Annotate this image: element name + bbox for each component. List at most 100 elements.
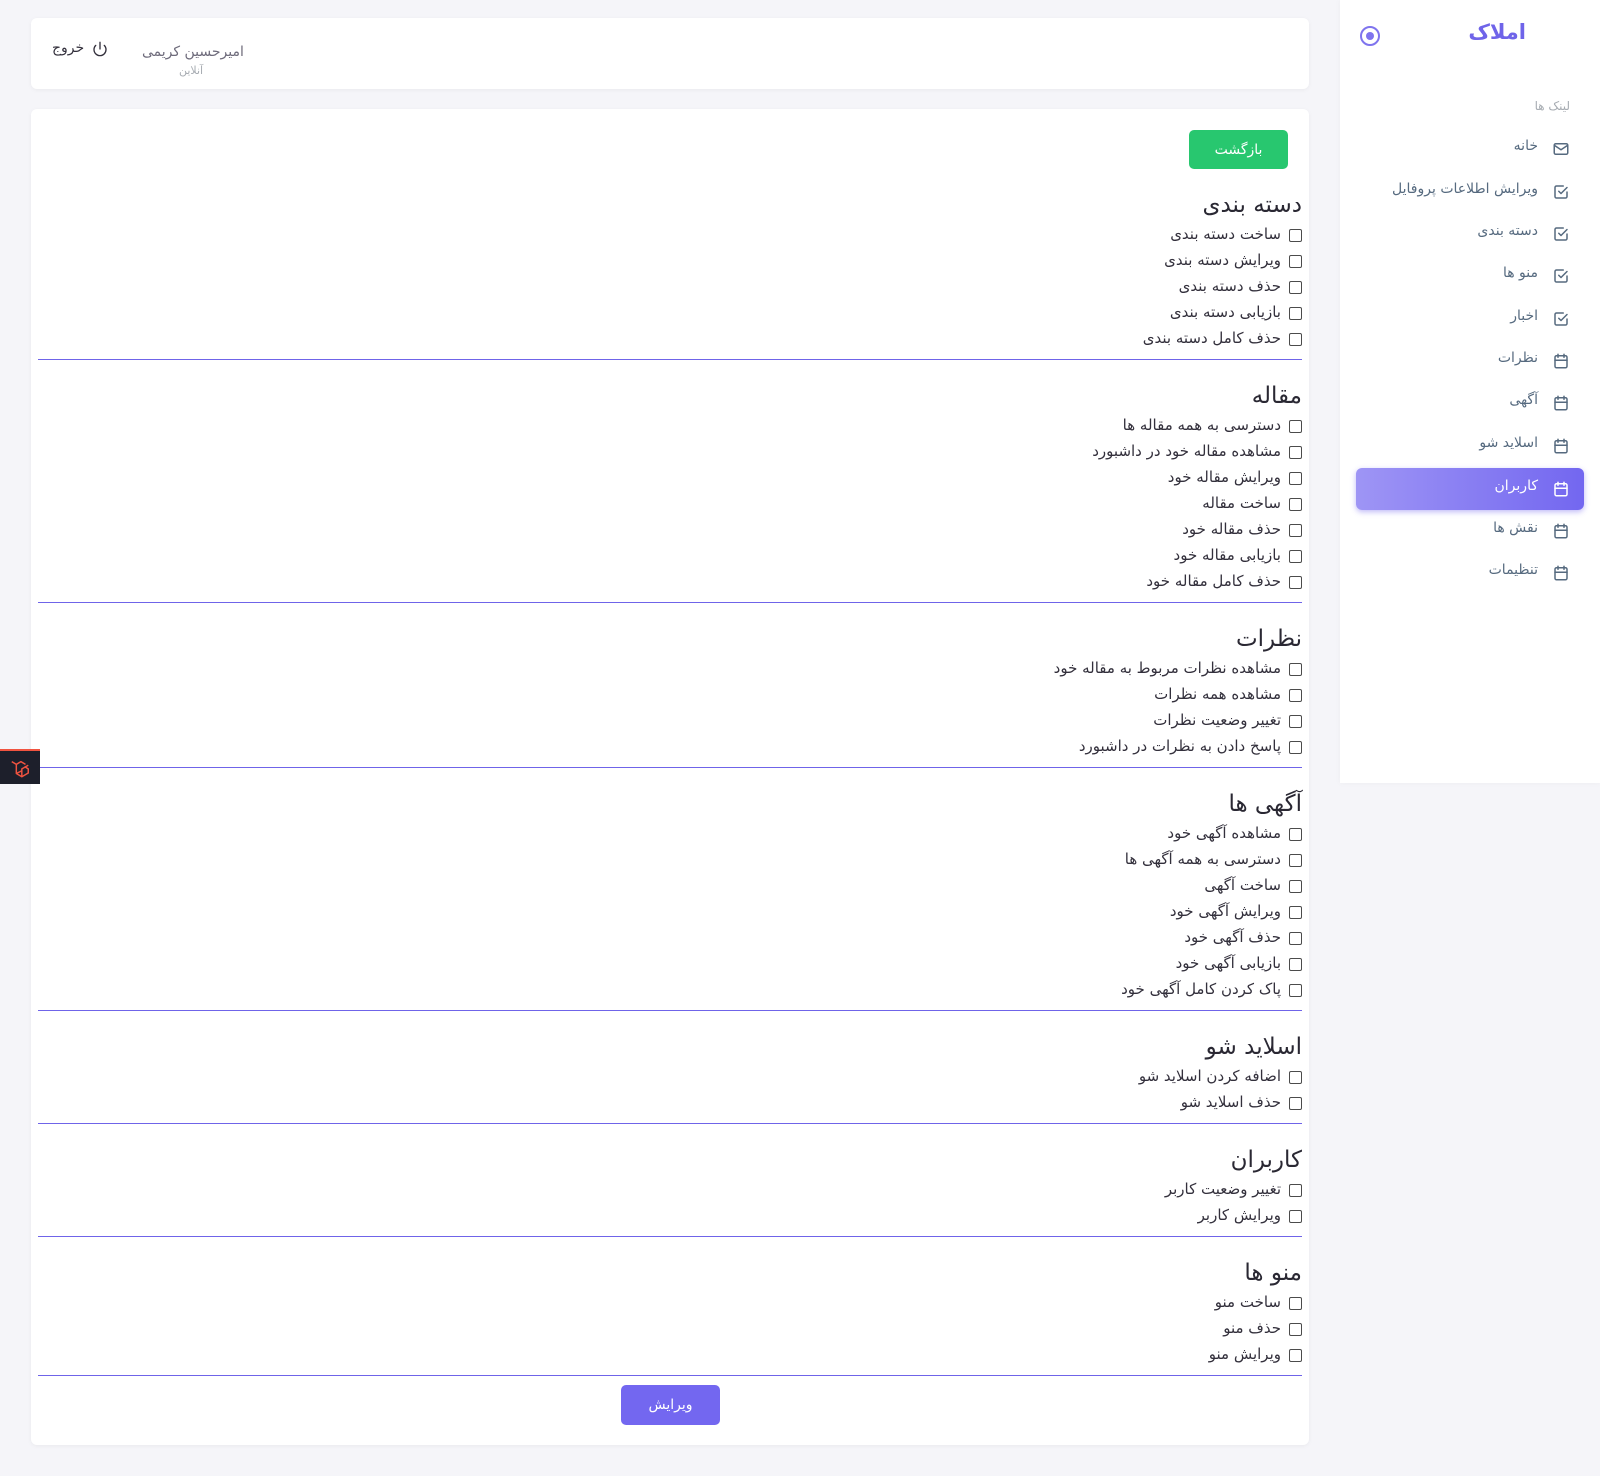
permission-item[interactable]: ویرایش مقاله خود	[38, 466, 1302, 492]
permission-item[interactable]: ساخت مقاله	[38, 492, 1302, 518]
permission-checkbox[interactable]	[1289, 958, 1302, 971]
permission-checkbox[interactable]	[1289, 281, 1302, 294]
permission-label: ویرایش مقاله خود	[1167, 468, 1281, 486]
back-button[interactable]: بازگشت	[1189, 130, 1288, 169]
permission-label: تغییر وضعیت کاربر	[1164, 1180, 1281, 1198]
permission-label: دسترسی به همه آگهی ها	[1124, 850, 1281, 868]
checkbox-icon	[1554, 269, 1568, 283]
permission-item[interactable]: حذف اسلاید شو	[38, 1091, 1302, 1117]
permission-checkbox[interactable]	[1289, 1210, 1302, 1223]
permission-item[interactable]: ویرایش منو	[38, 1343, 1302, 1369]
sidebar-item[interactable]: خانه	[1356, 128, 1584, 170]
permission-item[interactable]: دسترسی به همه مقاله ها	[38, 414, 1302, 440]
permission-checkbox[interactable]	[1289, 1323, 1302, 1336]
sidebar-item[interactable]: نظرات	[1356, 340, 1584, 382]
permission-item[interactable]: حذف منو	[38, 1317, 1302, 1343]
permission-item[interactable]: حذف مقاله خود	[38, 518, 1302, 544]
sidebar: املاک لینک ها خانه ویرایش اطلاعات پروفایل…	[1340, 0, 1600, 783]
permission-item[interactable]: حذف دسته بندی	[38, 275, 1302, 301]
permission-checkbox[interactable]	[1289, 828, 1302, 841]
permission-checkbox[interactable]	[1289, 1297, 1302, 1310]
permission-checkbox[interactable]	[1289, 741, 1302, 754]
group-title: منو ها	[1244, 1260, 1302, 1286]
permission-label: بازیابی آگهی خود	[1175, 954, 1281, 972]
permission-item[interactable]: حذف کامل مقاله خود	[38, 570, 1302, 596]
sidebar-item-label: آگهی	[1509, 392, 1538, 408]
permission-checkbox[interactable]	[1289, 906, 1302, 919]
permission-item[interactable]: اضافه کردن اسلاید شو	[38, 1065, 1302, 1091]
permission-checkbox[interactable]	[1289, 498, 1302, 511]
sidebar-item[interactable]: نقش ها	[1356, 510, 1584, 552]
sidebar-toggle-icon[interactable]	[1360, 26, 1380, 46]
permission-item[interactable]: ساخت دسته بندی	[38, 223, 1302, 249]
permission-item[interactable]: ساخت آگهی	[38, 874, 1302, 900]
sidebar-item[interactable]: اسلاید شو	[1356, 425, 1584, 467]
sidebar-item[interactable]: ویرایش اطلاعات پروفایل	[1356, 171, 1584, 213]
permission-checkbox[interactable]	[1289, 880, 1302, 893]
sidebar-item[interactable]: دسته بندی	[1356, 213, 1584, 255]
sidebar-item[interactable]: کاربران	[1356, 468, 1584, 510]
permission-item[interactable]: مشاهده همه نظرات	[38, 683, 1302, 709]
permission-checkbox[interactable]	[1289, 1349, 1302, 1362]
permission-label: ساخت دسته بندی	[1170, 225, 1281, 243]
permission-checkbox[interactable]	[1289, 229, 1302, 242]
group-title: اسلاید شو	[1205, 1034, 1302, 1060]
permission-item[interactable]: حذف آگهی خود	[38, 926, 1302, 952]
permission-item[interactable]: تغییر وضعیت کاربر	[38, 1178, 1302, 1204]
group-title: دسته بندی	[1202, 192, 1302, 218]
permission-item[interactable]: ویرایش کاربر	[38, 1204, 1302, 1230]
permission-item[interactable]: ویرایش دسته بندی	[38, 249, 1302, 275]
permission-item[interactable]: دسترسی به همه آگهی ها	[38, 848, 1302, 874]
permission-item[interactable]: پاک کردن کامل آگهی خود	[38, 978, 1302, 1004]
calendar-icon	[1554, 395, 1568, 411]
mail-icon	[1553, 143, 1569, 155]
permission-item[interactable]: بازیابی آگهی خود	[38, 952, 1302, 978]
permission-checkbox[interactable]	[1289, 446, 1302, 459]
permission-checkbox[interactable]	[1289, 550, 1302, 563]
permission-item[interactable]: بازیابی مقاله خود	[38, 544, 1302, 570]
sidebar-item[interactable]: آگهی	[1356, 382, 1584, 424]
sidebar-item-label: ویرایش اطلاعات پروفایل	[1392, 181, 1538, 197]
permission-checkbox[interactable]	[1289, 715, 1302, 728]
permission-item[interactable]: ساخت منو	[38, 1291, 1302, 1317]
calendar-icon	[1554, 565, 1568, 581]
permission-item[interactable]: ویرایش آگهی خود	[38, 900, 1302, 926]
permission-checkbox[interactable]	[1289, 1097, 1302, 1110]
permission-label: ویرایش آگهی خود	[1169, 902, 1281, 920]
permission-checkbox[interactable]	[1289, 255, 1302, 268]
calendar-icon	[1554, 481, 1568, 497]
debugbar-tab[interactable]	[0, 749, 40, 784]
permission-checkbox[interactable]	[1289, 576, 1302, 589]
permission-checkbox[interactable]	[1289, 420, 1302, 433]
sidebar-item[interactable]: تنظیمات	[1356, 552, 1584, 594]
permission-checkbox[interactable]	[1289, 689, 1302, 702]
permission-checkbox[interactable]	[1289, 932, 1302, 945]
group-title: مقاله	[1251, 383, 1302, 409]
permission-item[interactable]: تغییر وضعیت نظرات	[38, 709, 1302, 735]
permission-item[interactable]: پاسخ دادن به نظرات در داشبورد	[38, 735, 1302, 761]
permission-checkbox[interactable]	[1289, 663, 1302, 676]
submit-button[interactable]: ویرایش	[621, 1385, 720, 1425]
permission-checkbox[interactable]	[1289, 307, 1302, 320]
permission-checkbox[interactable]	[1289, 1184, 1302, 1197]
permission-checkbox[interactable]	[1289, 472, 1302, 485]
permission-item[interactable]: مشاهده نظرات مربوط به مقاله خود	[38, 657, 1302, 683]
user-name[interactable]: امیرحسین کریمی	[142, 44, 244, 60]
permission-checkbox[interactable]	[1289, 984, 1302, 997]
brand[interactable]: املاک	[1340, 18, 1600, 52]
permission-item[interactable]: بازیابی دسته بندی	[38, 301, 1302, 327]
permission-label: حذف منو	[1223, 1319, 1281, 1337]
permission-checkbox[interactable]	[1289, 333, 1302, 346]
permission-item[interactable]: مشاهده مقاله خود در داشبورد	[38, 440, 1302, 466]
permission-checkbox[interactable]	[1289, 1071, 1302, 1084]
permission-item[interactable]: مشاهده آگهی خود	[38, 822, 1302, 848]
sidebar-item[interactable]: اخبار	[1356, 298, 1584, 340]
permission-checkbox[interactable]	[1289, 854, 1302, 867]
permission-label: پاسخ دادن به نظرات در داشبورد	[1078, 737, 1281, 755]
permission-groups: دسته بندی ساخت دسته بندی ویرایش دسته بندی ح…	[38, 187, 1302, 1376]
group-title: کاربران	[1230, 1147, 1302, 1173]
sidebar-item[interactable]: منو ها	[1356, 255, 1584, 297]
permission-checkbox[interactable]	[1289, 524, 1302, 537]
permission-item[interactable]: حذف کامل دسته بندی	[38, 327, 1302, 353]
permission-group: کاربران تغییر وضعیت کاربر ویرایش کاربر	[38, 1124, 1302, 1237]
